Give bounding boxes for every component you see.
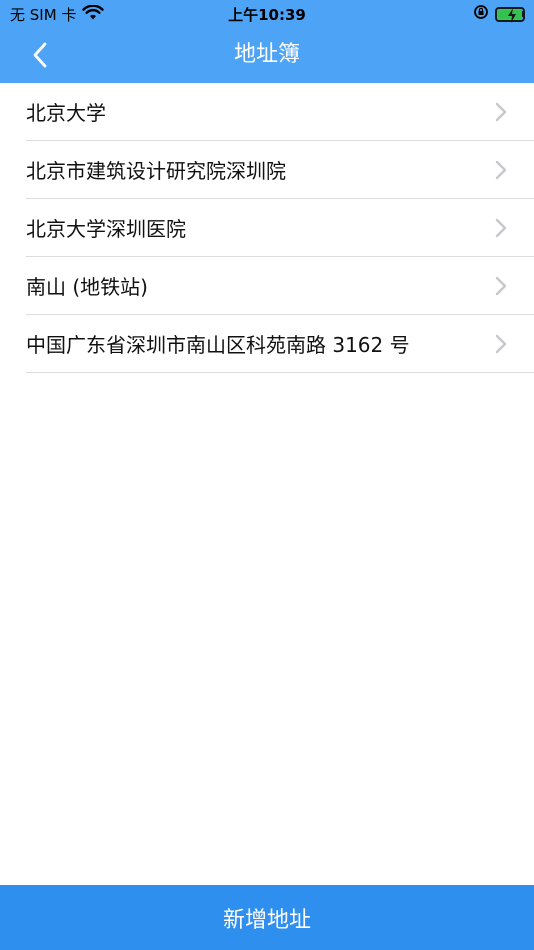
address-item-1[interactable]: 北京市建筑设计研究院深圳院 <box>26 141 534 199</box>
chevron-right-icon <box>495 334 507 354</box>
address-label: 北京大学深圳医院 <box>26 217 186 241</box>
address-label: 南山 (地铁站) <box>26 275 148 299</box>
chevron-right-icon <box>495 160 507 180</box>
chevron-right-icon <box>495 102 507 122</box>
battery-charging-icon <box>495 6 525 23</box>
navigation-bar: 地址簿 <box>0 28 534 83</box>
address-item-4[interactable]: 中国广东省深圳市南山区科苑南路 3162 号 <box>26 315 534 373</box>
status-right <box>473 4 525 24</box>
address-item-3[interactable]: 南山 (地铁站) <box>26 257 534 315</box>
address-list: 北京大学 北京市建筑设计研究院深圳院 北京大学深圳医院 南山 (地铁站) 中国广… <box>0 83 534 373</box>
address-item-0[interactable]: 北京大学 <box>26 83 534 141</box>
top-bar: 无 SIM 卡 上午10:39 地址簿 <box>0 0 534 83</box>
add-address-button[interactable]: 新增地址 <box>0 885 534 950</box>
address-label: 北京大学 <box>26 101 106 125</box>
page-title: 地址簿 <box>233 42 300 67</box>
address-item-2[interactable]: 北京大学深圳医院 <box>26 199 534 257</box>
status-bar: 无 SIM 卡 上午10:39 <box>0 0 534 28</box>
address-label: 中国广东省深圳市南山区科苑南路 3162 号 <box>26 333 410 357</box>
chevron-right-icon <box>495 276 507 296</box>
rotation-lock-icon <box>473 4 489 24</box>
chevron-right-icon <box>495 218 507 238</box>
status-time: 上午10:39 <box>228 6 306 24</box>
address-label: 北京市建筑设计研究院深圳院 <box>26 159 286 183</box>
